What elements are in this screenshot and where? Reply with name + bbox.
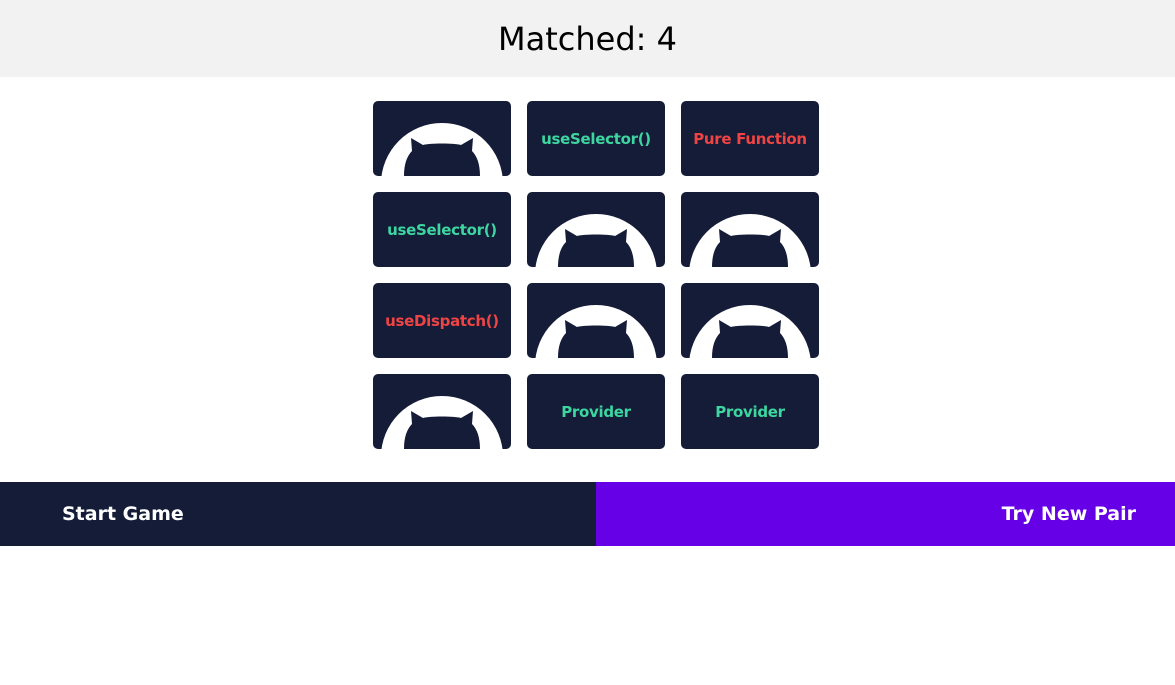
matched-count: Matched: 4 [498,19,677,58]
memory-card[interactable] [373,374,511,449]
card-label: Provider [715,402,785,421]
memory-card[interactable] [373,101,511,176]
cat-silhouette-icon [381,396,503,449]
memory-card[interactable] [681,192,819,267]
card-label: useDispatch() [385,311,499,330]
cat-silhouette-icon [535,214,657,267]
memory-card[interactable]: useSelector() [373,192,511,267]
try-new-pair-button[interactable]: Try New Pair [596,482,1175,546]
card-label: useSelector() [541,129,651,148]
cat-silhouette-icon [689,305,811,358]
memory-card[interactable] [527,283,665,358]
memory-card[interactable]: Provider [527,374,665,449]
card-board: useSelector() Pure Function useSelector() u… [373,101,819,449]
card-label: useSelector() [387,220,497,239]
card-label: Provider [561,402,631,421]
cat-silhouette-icon [381,123,503,176]
memory-card[interactable]: Provider [681,374,819,449]
game-controls: Start Game Try New Pair [0,482,1175,546]
memory-card[interactable]: useDispatch() [373,283,511,358]
memory-card[interactable] [681,283,819,358]
memory-card[interactable]: Pure Function [681,101,819,176]
memory-card[interactable]: useSelector() [527,101,665,176]
memory-card[interactable] [527,192,665,267]
cat-silhouette-icon [689,214,811,267]
card-label: Pure Function [693,129,807,148]
start-game-button[interactable]: Start Game [0,482,596,546]
score-header: Matched: 4 [0,0,1175,77]
cat-silhouette-icon [535,305,657,358]
